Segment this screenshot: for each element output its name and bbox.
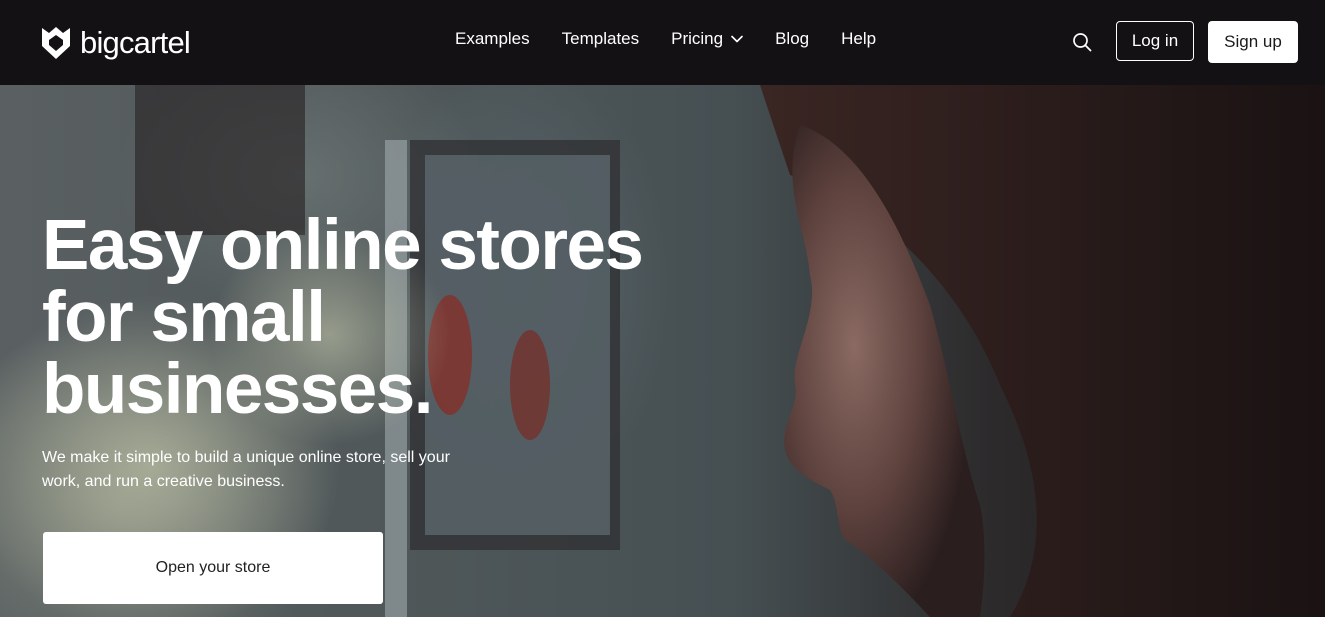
nav-templates-label: Templates: [561, 29, 640, 48]
hero-headline: Easy online stores for small businesses.: [42, 210, 682, 426]
chevron-down-icon: [731, 35, 743, 43]
nav-templates[interactable]: Templates: [562, 29, 639, 49]
hero-subheading: We make it simple to build a unique onli…: [42, 449, 450, 490]
nav-blog-label: Blog: [775, 29, 810, 48]
login-label: Log in: [1131, 31, 1179, 50]
headline-line-1: Easy online stores: [42, 206, 644, 285]
open-store-label: Open your store: [155, 559, 271, 576]
search-icon: [1073, 33, 1092, 52]
nav-blog[interactable]: Blog: [775, 29, 809, 49]
signup-label: Sign up: [1224, 32, 1282, 51]
nav-examples[interactable]: Examples: [455, 29, 530, 49]
hero-text-block: Easy online stores for small businesses.…: [42, 210, 682, 494]
login-button[interactable]: Log in: [1116, 21, 1194, 61]
nav-pricing[interactable]: Pricing: [671, 29, 743, 49]
nav-help[interactable]: Help: [841, 29, 876, 49]
search-button[interactable]: [1068, 28, 1096, 56]
logo-text: bigcartel: [80, 24, 191, 60]
main-nav: Examples Templates Pricing Blog Help: [455, 29, 876, 49]
nav-pricing-label: Pricing: [671, 29, 724, 48]
nav-examples-label: Examples: [455, 29, 530, 48]
headline-line-2: for small: [42, 278, 326, 357]
nav-help-label: Help: [841, 29, 877, 48]
hero-section: Easy online stores for small businesses.…: [0, 85, 1325, 617]
headline-line-3: businesses.: [42, 350, 433, 429]
site-header: bigcartel Examples Templates Pricing Blo…: [0, 0, 1325, 85]
signup-button[interactable]: Sign up: [1208, 21, 1298, 63]
logo-shield-icon: [42, 27, 70, 59]
bigcartel-logo[interactable]: bigcartel: [42, 22, 191, 62]
open-store-button[interactable]: Open your store: [43, 532, 383, 604]
